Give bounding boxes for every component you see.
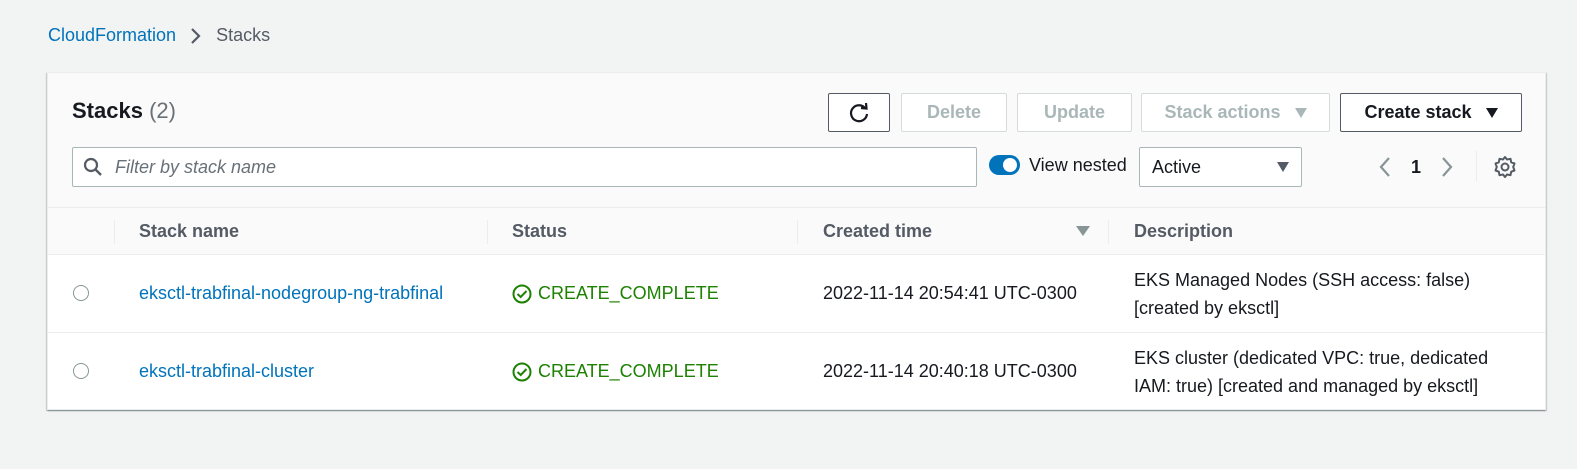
previous-page-icon[interactable] xyxy=(1373,155,1397,179)
stack-actions-button[interactable]: Stack actions xyxy=(1141,93,1330,132)
status-filter-select[interactable]: Active xyxy=(1139,147,1302,187)
column-divider xyxy=(114,220,115,244)
pagination: 1 xyxy=(1373,155,1459,179)
description-cell: EKS Managed Nodes (SSH access: false) [c… xyxy=(1134,269,1471,318)
refresh-button[interactable] xyxy=(828,93,890,132)
pager-divider xyxy=(1476,151,1477,181)
stack-actions-label: Stack actions xyxy=(1164,102,1281,122)
table-row[interactable]: eksctl-trabfinal-nodegroup-ng-trabfinal … xyxy=(48,255,1545,332)
status-text: CREATE_COMPLETE xyxy=(538,361,719,381)
row-select-radio[interactable] xyxy=(73,285,89,301)
column-header-description[interactable]: Description xyxy=(1134,208,1233,254)
gear-icon[interactable] xyxy=(1493,155,1517,179)
page-title: Stacks (2) xyxy=(72,98,176,124)
caret-down-icon xyxy=(1277,162,1289,172)
column-header-status[interactable]: Status xyxy=(512,208,567,254)
stack-name-cell: eksctl-trabfinal-nodegroup-ng-trabfinal xyxy=(139,255,443,332)
next-page-icon[interactable] xyxy=(1435,155,1459,179)
search-field xyxy=(72,147,977,187)
create-stack-label: Create stack xyxy=(1364,102,1472,122)
stacks-panel: Stacks (2) Delete Update Stack actions C… xyxy=(47,72,1546,410)
caret-down-icon xyxy=(1485,107,1498,118)
search-input[interactable] xyxy=(113,155,976,179)
caret-down-icon xyxy=(1294,107,1307,118)
status-text: CREATE_COMPLETE xyxy=(538,283,719,303)
created-time-cell: 2022-11-14 20:40:18 UTC-0300 xyxy=(823,361,1077,381)
stack-name-link[interactable]: eksctl-trabfinal-nodegroup-ng-trabfinal xyxy=(139,283,443,304)
toggle-knob xyxy=(1003,158,1017,172)
page-number[interactable]: 1 xyxy=(1411,157,1421,178)
status-cell: CREATE_COMPLETE xyxy=(512,255,719,332)
panel-title-text: Stacks xyxy=(72,98,143,123)
column-header-created-time[interactable]: Created time xyxy=(823,208,932,254)
search-icon xyxy=(83,157,103,177)
check-circle-icon xyxy=(512,362,532,382)
created-time-cell: 2022-11-14 20:54:41 UTC-0300 xyxy=(823,283,1077,303)
column-divider xyxy=(487,220,488,244)
sort-descending-icon[interactable] xyxy=(1076,226,1090,236)
stacks-table: Stack name Status Created time Descripti… xyxy=(48,207,1545,409)
stack-count: (2) xyxy=(149,98,176,123)
column-header-stack-name[interactable]: Stack name xyxy=(139,208,239,254)
status-filter-value: Active xyxy=(1152,156,1202,177)
column-divider xyxy=(1108,220,1109,244)
table-header: Stack name Status Created time Descripti… xyxy=(48,207,1545,255)
description-cell: EKS cluster (dedicated VPC: true, dedica… xyxy=(1134,347,1489,396)
delete-button[interactable]: Delete xyxy=(901,93,1007,132)
stack-name-cell: eksctl-trabfinal-cluster xyxy=(139,333,314,410)
row-select-radio[interactable] xyxy=(73,363,89,379)
update-button[interactable]: Update xyxy=(1017,93,1132,132)
refresh-icon xyxy=(849,102,869,122)
table-row[interactable]: eksctl-trabfinal-cluster CREATE_COMPLETE… xyxy=(48,332,1545,409)
view-nested-label: View nested xyxy=(1029,155,1127,175)
status-cell: CREATE_COMPLETE xyxy=(512,333,719,410)
chevron-right-icon xyxy=(190,27,202,45)
check-circle-icon xyxy=(512,284,532,304)
breadcrumb-cloudformation-link[interactable]: CloudFormation xyxy=(48,25,176,46)
breadcrumb-current: Stacks xyxy=(216,25,271,45)
column-divider xyxy=(797,220,798,244)
stack-name-link[interactable]: eksctl-trabfinal-cluster xyxy=(139,361,314,382)
create-stack-button[interactable]: Create stack xyxy=(1340,93,1522,132)
view-nested-toggle[interactable] xyxy=(989,155,1020,175)
breadcrumb: CloudFormation Stacks xyxy=(48,25,270,46)
